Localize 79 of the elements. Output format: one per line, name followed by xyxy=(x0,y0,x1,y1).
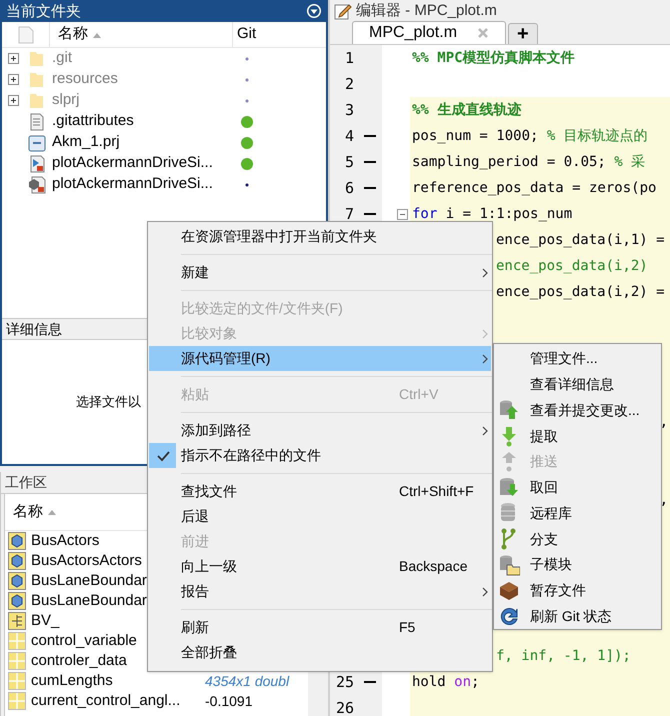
column-header[interactable]: 名称 xyxy=(50,22,233,47)
pencil-icon xyxy=(334,2,352,20)
cube-icon xyxy=(8,552,26,570)
variable-name[interactable]: BusLaneBoundar xyxy=(31,592,147,609)
menu-item[interactable]: 查看详细信息 xyxy=(530,374,614,396)
menu-item[interactable]: 报告 xyxy=(181,579,491,604)
line-number: 6 xyxy=(344,178,354,199)
refresh-icon xyxy=(498,605,520,628)
variable-value: -0.1091 xyxy=(205,692,252,710)
panel-title: 当前文件夹 xyxy=(6,4,81,18)
menu-item[interactable]: 刷新 Git 状态 xyxy=(494,603,612,630)
file-name[interactable]: plotAckermannDriveSi... xyxy=(52,154,213,172)
details-message: 选择文件以 xyxy=(76,393,141,412)
line-number: 3 xyxy=(344,100,354,121)
file-icon xyxy=(18,26,34,44)
folder-icon xyxy=(28,92,46,110)
variable-name[interactable]: cumLengths xyxy=(31,672,113,689)
text-file-icon xyxy=(28,112,46,130)
model-file-icon xyxy=(28,176,46,194)
cube-icon xyxy=(8,572,26,590)
line-number: 5 xyxy=(344,152,354,173)
folder-icon xyxy=(28,70,46,88)
variable-value: 4354x1 doubl xyxy=(205,672,290,690)
line-number: 7 xyxy=(344,204,354,225)
editor-tab[interactable]: + xyxy=(508,23,538,44)
database-folder-icon xyxy=(498,554,520,576)
menu-item[interactable]: 后退 xyxy=(181,504,209,529)
cube-icon xyxy=(8,532,26,550)
line-number: 2 xyxy=(344,74,354,95)
editor-title: 编辑器 - MPC_plot.m xyxy=(356,0,497,21)
script-file-icon xyxy=(28,154,46,172)
menu-item[interactable]: 在资源管理器中打开当前文件夹 xyxy=(181,224,377,249)
menu-item[interactable]: 子模块 xyxy=(494,552,572,578)
line-number: 26 xyxy=(336,698,354,716)
box-icon xyxy=(498,579,520,602)
file-name[interactable]: .git xyxy=(52,49,72,66)
line-number: 25 xyxy=(336,672,354,693)
variable-name[interactable]: BV_ xyxy=(31,612,60,629)
column-header[interactable]: Git xyxy=(233,22,326,47)
sort-arrow-icon xyxy=(92,30,102,38)
menu-item[interactable]: 刷新 F5 xyxy=(181,615,416,640)
variable-name[interactable]: BusActors xyxy=(31,532,100,549)
check-icon xyxy=(156,450,170,462)
expand-icon[interactable] xyxy=(8,95,18,106)
panel-title: 详细信息 xyxy=(6,320,62,338)
menu-item[interactable]: 源代码管理(R) xyxy=(149,346,491,371)
variable-name[interactable]: current_control_angl... xyxy=(31,692,180,709)
matrix-icon xyxy=(8,692,26,710)
menu-item[interactable]: 指示不在路径中的文件 xyxy=(181,443,321,468)
editor-tab[interactable]: MPC_plot.m xyxy=(352,21,506,44)
variable-name[interactable]: controler_data xyxy=(31,652,127,669)
file-name[interactable]: resources xyxy=(52,70,118,88)
sort-arrow-icon xyxy=(47,508,57,516)
panel-title: 工作区 xyxy=(5,473,47,492)
file-name[interactable]: slprj xyxy=(52,91,80,108)
expand-icon[interactable] xyxy=(8,53,18,64)
menu-item[interactable]: 管理文件... xyxy=(530,348,598,370)
struct-icon xyxy=(8,612,26,630)
database-up-arrow-icon xyxy=(498,399,520,422)
menu-item[interactable]: 暂存文件 xyxy=(494,578,586,604)
file-name[interactable]: .gitattributes xyxy=(52,112,134,130)
matrix-icon xyxy=(8,652,26,670)
menu-item[interactable]: 分支 xyxy=(494,526,558,552)
line-number: 4 xyxy=(344,126,354,147)
file-name[interactable]: Akm_1.prj xyxy=(52,133,120,150)
folder-icon xyxy=(28,50,46,68)
expand-icon[interactable] xyxy=(8,74,18,85)
cube-icon xyxy=(8,592,26,610)
variable-name[interactable]: BusActorsActors xyxy=(31,552,142,569)
menu-item[interactable]: 全部折叠 xyxy=(181,640,237,665)
dropdown-icon[interactable] xyxy=(306,3,322,19)
line-number: 1 xyxy=(344,48,354,69)
matrix-icon xyxy=(8,672,26,690)
project-icon xyxy=(28,134,46,152)
variable-name[interactable]: BusLaneBoundar xyxy=(31,572,147,589)
matrix-icon xyxy=(8,632,26,650)
menu-item[interactable]: 向上一级 Backspace xyxy=(181,554,468,579)
file-name[interactable]: plotAckermannDriveSi... xyxy=(52,175,213,192)
variable-name[interactable]: control_variable xyxy=(31,632,137,649)
